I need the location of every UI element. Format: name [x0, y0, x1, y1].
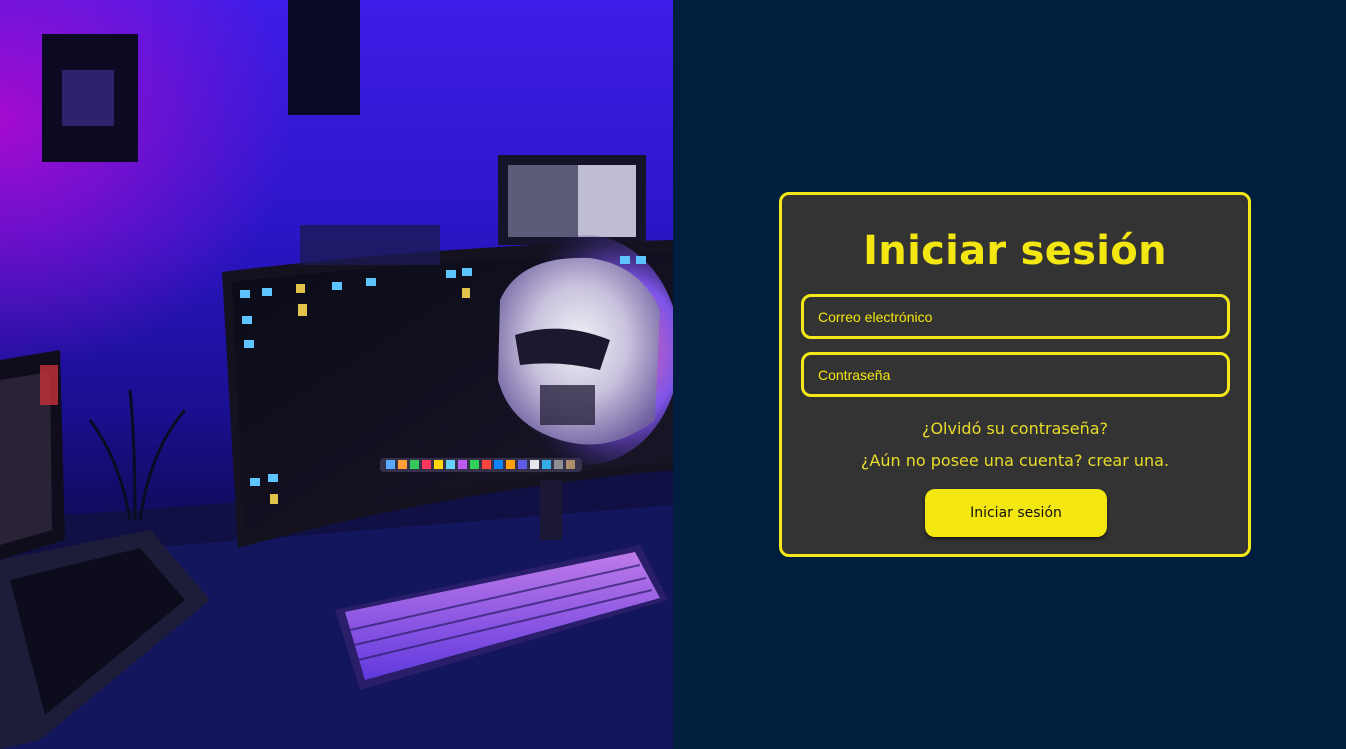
login-title: Iniciar sesión [863, 228, 1167, 274]
email-field[interactable] [801, 294, 1230, 339]
login-panel: Iniciar sesión ¿Olvidó su contraseña? ¿A… [673, 0, 1346, 749]
login-button[interactable]: Iniciar sesión [925, 489, 1107, 537]
login-card: Iniciar sesión ¿Olvidó su contraseña? ¿A… [779, 192, 1251, 557]
forgot-password-link[interactable]: ¿Olvidó su contraseña? [782, 419, 1248, 438]
gaming-setup-illustration [0, 0, 673, 749]
password-field[interactable] [801, 352, 1230, 397]
monitor-stand [540, 480, 562, 540]
create-account-link[interactable]: ¿Aún no posee una cuenta? crear una. [782, 451, 1248, 470]
plant [88, 389, 187, 521]
wall-frame-right [288, 0, 360, 115]
hero-photo [0, 0, 673, 749]
